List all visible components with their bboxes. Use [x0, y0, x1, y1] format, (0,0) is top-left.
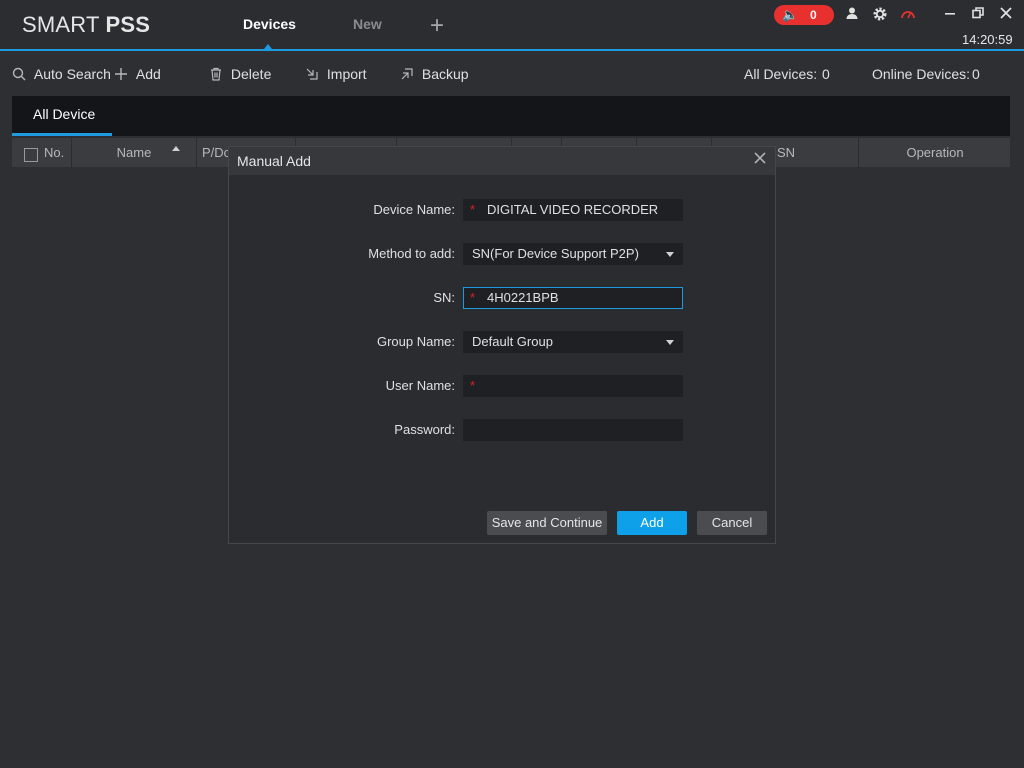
close-icon[interactable] [997, 6, 1015, 24]
dialog-title-bar[interactable]: Manual Add [229, 147, 775, 175]
device-name-value: DIGITAL VIDEO RECORDER [487, 202, 659, 217]
auto-search-button[interactable]: Auto Search [12, 66, 111, 82]
gear-icon[interactable] [871, 6, 889, 24]
select-all-checkbox[interactable] [24, 148, 38, 162]
method-label: Method to add: [368, 246, 455, 261]
user-name-input[interactable]: * [463, 375, 683, 397]
backup-button[interactable]: Backup [400, 66, 469, 82]
trash-icon [209, 66, 227, 82]
group-name-value: Default Group [472, 334, 553, 349]
column-sn-label: SN [777, 145, 796, 160]
required-marker: * [470, 202, 476, 217]
search-icon [12, 66, 30, 82]
add-button[interactable]: Add [114, 66, 161, 82]
backup-label: Backup [421, 66, 469, 82]
sn-label: SN: [433, 290, 455, 305]
group-name-select[interactable]: Default Group [463, 331, 683, 353]
online-devices-label: Online Devices: [872, 66, 971, 82]
save-and-continue-button[interactable]: Save and Continue [487, 511, 607, 535]
all-devices-count: 0 [822, 66, 830, 82]
online-devices-count: 0 [972, 66, 980, 82]
clock: 14:20:59 [962, 32, 1013, 47]
add-tab-icon[interactable]: + [430, 14, 444, 38]
restore-icon[interactable] [969, 6, 987, 24]
sn-value: 4H0221BPB [487, 290, 559, 305]
device-name-label: Device Name: [373, 202, 455, 217]
tab-new[interactable]: New [353, 16, 382, 32]
performance-gauge-icon[interactable] [899, 6, 917, 24]
sn-input[interactable]: * 4H0221BPB [463, 287, 683, 309]
alarm-badge[interactable]: 🔈 0 [774, 5, 834, 25]
column-name[interactable]: Name [72, 138, 197, 167]
speaker-icon: 🔈 [782, 7, 799, 22]
dialog-title: Manual Add [237, 153, 311, 169]
sort-ascending-icon [172, 146, 180, 151]
password-input[interactable] [463, 419, 683, 441]
active-tab-underline [12, 133, 112, 136]
add-device-button[interactable]: Add [617, 511, 687, 535]
app-logo: SMART PSS [22, 12, 151, 37]
required-marker: * [470, 378, 476, 393]
manual-add-dialog: Manual Add Device Name: * DIGITAL VIDEO … [228, 146, 776, 544]
chevron-down-icon [666, 340, 674, 345]
user-icon[interactable] [843, 6, 861, 24]
device-tab-strip: All Device [12, 96, 1010, 136]
import-icon [305, 66, 323, 82]
column-no-label: No. [44, 145, 65, 160]
dialog-close-icon[interactable] [753, 151, 767, 170]
column-operation-label: Operation [906, 145, 964, 160]
plus-icon [114, 66, 132, 82]
import-label: Import [326, 66, 367, 82]
column-no[interactable]: No. [12, 138, 72, 167]
delete-button[interactable]: Delete [209, 66, 271, 82]
add-label: Add [135, 66, 161, 82]
cancel-button[interactable]: Cancel [697, 511, 767, 535]
column-name-label: Name [116, 145, 152, 160]
required-marker: * [470, 290, 476, 305]
column-operation[interactable]: Operation [860, 138, 1010, 167]
method-select[interactable]: SN(For Device Support P2P) [463, 243, 683, 265]
chevron-down-icon [666, 252, 674, 257]
user-name-label: User Name: [385, 378, 455, 393]
import-button[interactable]: Import [305, 66, 367, 82]
delete-label: Delete [230, 66, 272, 82]
column-port-label: P/Do [202, 145, 231, 160]
backup-icon [400, 66, 418, 82]
title-bar: SMART PSS Devices New + 🔈 0 14:20:59 [0, 0, 1024, 50]
alarm-count: 0 [810, 8, 817, 22]
auto-search-label: Auto Search [33, 66, 111, 82]
all-devices-label: All Devices: [744, 66, 818, 82]
tab-all-device[interactable]: All Device [33, 106, 95, 122]
minimize-icon[interactable] [941, 6, 959, 24]
device-name-input[interactable]: * DIGITAL VIDEO RECORDER [463, 199, 683, 221]
toolbar: Auto Search Add Delete Import Backup All… [0, 51, 1024, 95]
tab-devices[interactable]: Devices [243, 16, 296, 32]
group-name-label: Group Name: [376, 334, 455, 349]
method-value: SN(For Device Support P2P) [472, 246, 639, 261]
password-label: Password: [394, 422, 455, 437]
